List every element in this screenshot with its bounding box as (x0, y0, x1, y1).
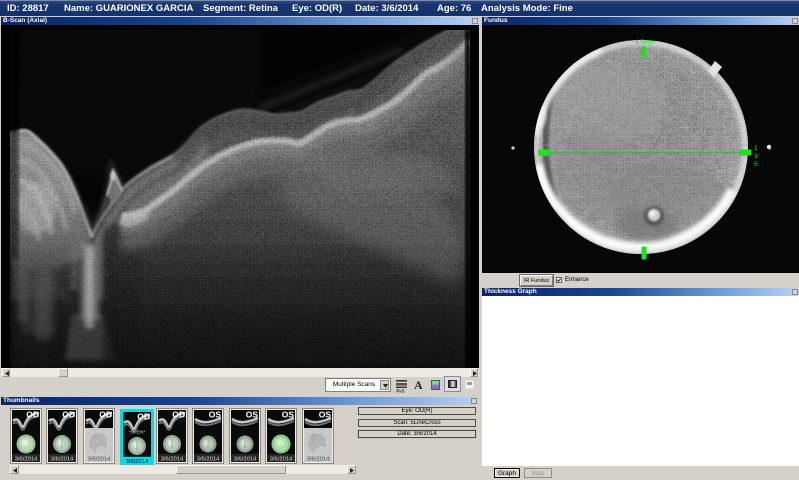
svg-text:3/6/2014: 3/6/2014 (233, 457, 256, 463)
svg-text:OS: OS (282, 410, 295, 420)
svg-text:OS: OS (245, 410, 258, 420)
svg-text:3/6/2014: 3/6/2014 (197, 457, 220, 463)
svg-text:3/6/2014: 3/6/2014 (87, 457, 110, 463)
svg-text:*OPEN*: *OPEN* (129, 430, 146, 435)
svg-text:5: 5 (754, 161, 758, 168)
svg-text:OD: OD (137, 412, 150, 422)
svg-text:1: 1 (754, 145, 758, 152)
svg-text:Avg: Avg (396, 389, 405, 394)
svg-text:3/6/2014: 3/6/2014 (270, 457, 293, 463)
svg-text:OD: OD (99, 410, 112, 420)
svg-text:3: 3 (754, 153, 758, 160)
svg-text:OS: OS (318, 410, 331, 420)
svg-text:3/6/2014: 3/6/2014 (51, 457, 74, 463)
svg-text:3/6/2014: 3/6/2014 (306, 457, 329, 463)
svg-text:OD: OD (62, 410, 75, 420)
svg-text:3/6/2014: 3/6/2014 (14, 457, 37, 463)
svg-text:OD: OD (172, 410, 185, 420)
svg-text:4.5mm: 4.5mm (635, 39, 655, 46)
svg-text:OD: OD (26, 410, 39, 420)
svg-text:OS: OS (209, 410, 222, 420)
svg-text:3/6/2014: 3/6/2014 (160, 457, 183, 463)
